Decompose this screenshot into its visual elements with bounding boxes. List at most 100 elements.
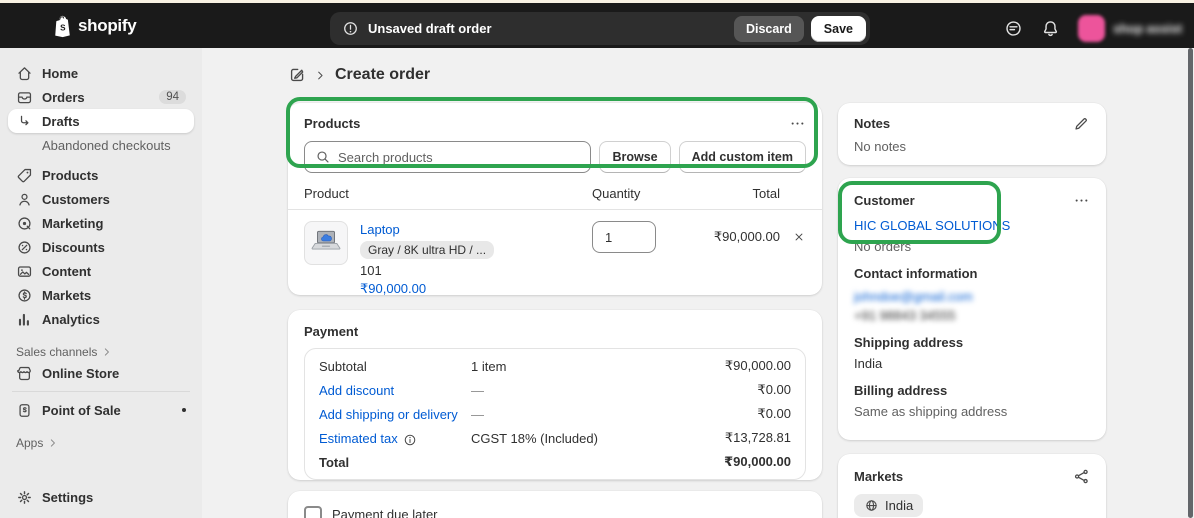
marketing-target-icon (16, 215, 33, 232)
notifications-bell-icon[interactable] (1041, 19, 1060, 38)
sidebar-item-label: Settings (42, 490, 93, 505)
info-icon[interactable] (403, 433, 417, 447)
discount-badge-icon (16, 239, 33, 256)
product-tag-icon (16, 167, 33, 184)
billing-address-label: Billing address (854, 383, 1090, 398)
sidebar-item-label: Customers (42, 192, 110, 207)
store-avatar (1078, 15, 1105, 42)
customer-email-redacted[interactable]: johndoe@gmail.com (854, 289, 973, 304)
sidebar-item-home[interactable]: Home (8, 61, 194, 85)
discount-amount: ₹0.00 (757, 382, 791, 398)
unsaved-status-text: Unsaved draft order (368, 21, 492, 36)
add-discount-link[interactable]: Add discount (319, 383, 394, 398)
sidebar-item-discounts[interactable]: Discounts (8, 235, 194, 259)
sidebar-item-abandoned-checkouts[interactable]: Abandoned checkouts (8, 133, 194, 157)
sidebar-item-marketing[interactable]: Marketing (8, 211, 194, 235)
save-button[interactable]: Save (811, 16, 866, 42)
sidebar-item-label: Online Store (42, 366, 119, 381)
products-menu-button[interactable] (789, 115, 806, 132)
products-card: Products Browse Add custom item Product … (288, 103, 822, 295)
orders-icon (16, 89, 33, 106)
main-content: Create order Products Browse Add custom … (202, 48, 1194, 518)
sidebar-item-content[interactable]: Content (8, 259, 194, 283)
sidebar-item-online-store[interactable]: Online Store (8, 361, 194, 385)
sidebar-item-products[interactable]: Products (8, 163, 194, 187)
discard-button[interactable]: Discard (734, 16, 804, 42)
payment-due-later-checkbox[interactable] (304, 506, 322, 518)
payment-due-later-label: Payment due later (332, 506, 438, 518)
sidebar-item-label: Products (42, 168, 98, 183)
draft-order-icon[interactable] (288, 66, 306, 84)
sub-level-arrow-icon (16, 113, 33, 130)
discount-row: Add discount — ₹0.00 (319, 378, 791, 402)
payment-summary-box: Subtotal 1 item ₹90,000.00 Add discount … (304, 348, 806, 480)
markets-card: Markets India (838, 454, 1106, 518)
sidebar-item-drafts[interactable]: Drafts (8, 109, 194, 133)
sidebar-item-markets[interactable]: Markets (8, 283, 194, 307)
analytics-bars-icon (16, 311, 33, 328)
point-of-sale-icon (16, 402, 33, 419)
account-menu[interactable]: shop assist (1078, 15, 1182, 42)
product-name-link[interactable]: Laptop (360, 221, 592, 238)
subtotal-row: Subtotal 1 item ₹90,000.00 (319, 354, 791, 378)
breadcrumb: Create order (288, 66, 430, 84)
contact-information-label: Contact information (854, 266, 1090, 281)
estimated-tax-link[interactable]: Estimated tax (319, 431, 398, 446)
remove-line-item-button[interactable] (780, 221, 806, 297)
search-products-input[interactable] (338, 150, 580, 165)
discount-detail: — (471, 383, 757, 398)
product-price-link[interactable]: ₹90,000.00 (360, 280, 592, 297)
sidebar-item-analytics[interactable]: Analytics (8, 307, 194, 331)
sidebar-divider (12, 391, 190, 392)
add-shipping-link[interactable]: Add shipping or delivery (319, 407, 458, 422)
customer-name-link[interactable]: HIC GLOBAL SOLUTIONS (854, 218, 1090, 233)
chevron-right-icon (314, 69, 327, 82)
tax-amount: ₹13,728.81 (725, 430, 791, 446)
gear-icon (16, 489, 33, 506)
page-title: Create order (335, 66, 430, 84)
content-media-icon (16, 263, 33, 280)
shopify-wordmark: shopify (78, 16, 136, 36)
variant-badge: Gray / 8K ultra HD / ... (360, 241, 494, 259)
markets-card-title: Markets (854, 469, 903, 484)
search-icon (315, 149, 331, 165)
chevron-right-icon (101, 346, 113, 358)
sidebar-item-label: Drafts (42, 114, 80, 129)
product-sku: 101 (360, 262, 592, 279)
sidebar-item-point-of-sale[interactable]: Point of Sale (8, 398, 194, 422)
shipping-address-label: Shipping address (854, 335, 1090, 350)
notes-empty-text: No notes (854, 139, 1090, 154)
apps-section[interactable]: Apps (8, 434, 194, 452)
sidebar-item-orders[interactable]: Orders 94 (8, 85, 194, 109)
edit-notes-pencil-icon[interactable] (1073, 115, 1090, 132)
product-search-field[interactable] (304, 141, 591, 173)
sidebar-item-customers[interactable]: Customers (8, 187, 194, 211)
browse-button[interactable]: Browse (599, 141, 670, 173)
shopify-bag-icon: S (52, 14, 73, 38)
svg-text:S: S (60, 23, 66, 32)
vertical-scrollbar[interactable] (1188, 48, 1193, 518)
topbar: S shopify Unsaved draft order Discard Sa… (0, 3, 1194, 48)
sidebar-item-settings[interactable]: Settings (8, 485, 194, 509)
shopify-logo[interactable]: S shopify (52, 14, 136, 38)
shipping-amount: ₹0.00 (757, 406, 791, 422)
add-custom-item-button[interactable]: Add custom item (679, 141, 806, 173)
quantity-input[interactable] (592, 221, 656, 253)
notes-card: Notes No notes (838, 103, 1106, 165)
sidebar-item-label: Markets (42, 288, 91, 303)
markets-manage-icon[interactable] (1073, 468, 1090, 485)
payment-card: Payment Subtotal 1 item ₹90,000.00 Add d… (288, 310, 822, 480)
store-name-redacted: shop assist (1113, 22, 1182, 36)
subtotal-amount: ₹90,000.00 (725, 358, 791, 374)
sidebar-nav: Home Orders 94 Drafts Abandoned checkout… (0, 48, 202, 518)
total-label: Total (319, 455, 471, 470)
customer-menu-button[interactable] (1073, 192, 1090, 209)
sales-channels-section[interactable]: Sales channels (8, 343, 194, 361)
close-icon (792, 230, 806, 244)
column-total: Total (672, 186, 780, 201)
inbox-icon[interactable] (1004, 19, 1023, 38)
tax-row: Estimated tax CGST 18% (Included) ₹13,72… (319, 426, 791, 450)
person-icon (16, 191, 33, 208)
shipping-row: Add shipping or delivery — ₹0.00 (319, 402, 791, 426)
markets-currency-icon (16, 287, 33, 304)
